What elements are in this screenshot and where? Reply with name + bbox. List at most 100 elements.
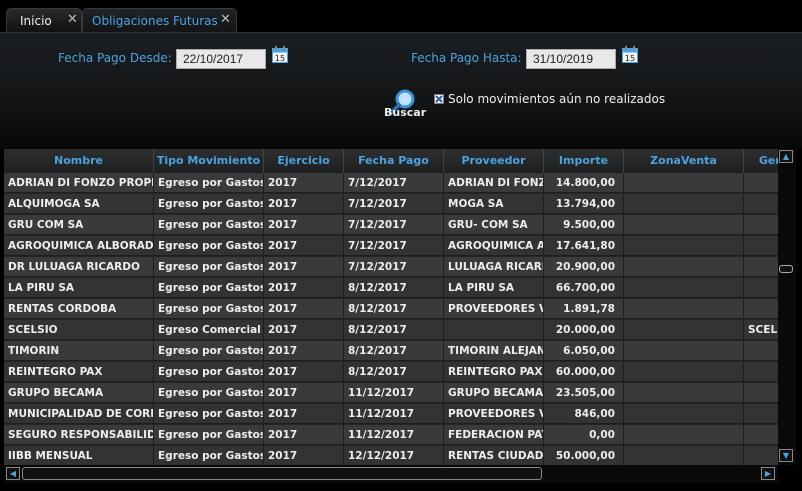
col-importe-cell: 0,00	[544, 425, 624, 445]
table-row[interactable]: TIMORIN Egreso por Gastos 2017 8/12/2017 TIM…	[4, 341, 778, 362]
header-col-tipo-movimiento[interactable]: Tipo Movimiento	[154, 149, 264, 173]
solo-pendientes-checkbox[interactable]	[434, 94, 444, 104]
col-tipo-movimiento-cell: Egreso por Gastos	[154, 278, 264, 298]
tab-bar: Inicio ✕ Obligaciones Futuras ✕	[0, 0, 802, 32]
col-gerente-cell	[744, 341, 778, 361]
col-ejercicio-cell: 2017	[264, 341, 344, 361]
col-tipo-movimiento-cell: Egreso Comercial	[154, 320, 264, 340]
col-zona-venta-cell	[624, 299, 744, 319]
col-proveedor-cell: LA PIRU SA	[444, 278, 544, 298]
col-fecha-pago-cell: 8/12/2017	[344, 278, 444, 298]
col-importe-cell: 17.641,80	[544, 236, 624, 256]
table-row[interactable]: ALQUIMOGA SA Egreso por Gastos 2017 7/12/20…	[4, 194, 778, 215]
col-fecha-pago-cell: 11/12/2017	[344, 383, 444, 403]
table-row[interactable]: DR LULUAGA RICARDO Egreso por Gastos 2017 7…	[4, 257, 778, 278]
data-grid: Nombre Tipo Movimiento Ejercicio Fecha Pago…	[4, 149, 778, 465]
col-importe-cell: 50.000,00	[544, 446, 624, 465]
tab-obligaciones-futuras[interactable]: Obligaciones Futuras ✕	[82, 8, 237, 32]
col-nombre-cell: LA PIRU SA	[4, 278, 154, 298]
col-zona-venta-cell	[624, 278, 744, 298]
search-button-label[interactable]: Buscar	[384, 106, 426, 119]
col-gerente-cell	[744, 299, 778, 319]
col-importe-cell: 60.000,00	[544, 362, 624, 382]
vertical-scroll-thumb[interactable]	[779, 265, 793, 273]
close-icon[interactable]: ✕	[220, 12, 231, 27]
col-fecha-pago-cell: 7/12/2017	[344, 173, 444, 193]
header-col-gerente[interactable]: Gere	[744, 149, 778, 173]
col-importe-cell: 846,00	[544, 404, 624, 424]
scroll-down-icon[interactable]: ▼	[779, 449, 793, 462]
header-col-ejercicio[interactable]: Ejercicio	[264, 149, 344, 173]
tab-inicio[interactable]: Inicio ✕	[6, 8, 82, 32]
col-gerente-cell	[744, 383, 778, 403]
scroll-left-icon[interactable]: ◀	[6, 467, 20, 480]
col-nombre-cell: IIBB MENSUAL	[4, 446, 154, 465]
header-col-zona-venta[interactable]: ZonaVenta	[624, 149, 744, 173]
table-row[interactable]: MUNICIPALIDAD DE CORDO Egreso por Gastos 2…	[4, 404, 778, 425]
col-fecha-pago-cell: 8/12/2017	[344, 341, 444, 361]
header-col-proveedor[interactable]: Proveedor	[444, 149, 544, 173]
col-zona-venta-cell	[624, 425, 744, 445]
table-row[interactable]: GRUPO BECAMA Egreso por Gastos 2017 11/12/2…	[4, 383, 778, 404]
col-proveedor-cell: FEDERACION PAT	[444, 425, 544, 445]
table-row[interactable]: RENTAS CORDOBA Egreso por Gastos 2017 8/12/…	[4, 299, 778, 320]
col-importe-cell: 20.900,00	[544, 257, 624, 277]
table-row[interactable]: IIBB MENSUAL Egreso por Gastos 2017 12/12/2…	[4, 446, 778, 465]
col-fecha-pago-cell: 8/12/2017	[344, 320, 444, 340]
vertical-scrollbar[interactable]: ▲ ▼	[778, 149, 796, 465]
col-importe-cell: 9.500,00	[544, 215, 624, 235]
col-zona-venta-cell	[624, 173, 744, 193]
col-importe-cell: 66.700,00	[544, 278, 624, 298]
grid-header: Nombre Tipo Movimiento Ejercicio Fecha Pago…	[4, 149, 778, 173]
scroll-right-icon[interactable]: ▶	[761, 467, 775, 480]
header-col-nombre[interactable]: Nombre	[4, 149, 154, 173]
calendar-icon[interactable]: 15	[272, 46, 288, 63]
col-fecha-pago-cell: 7/12/2017	[344, 215, 444, 235]
col-ejercicio-cell: 2017	[264, 299, 344, 319]
col-gerente-cell	[744, 278, 778, 298]
col-importe-cell: 23.505,00	[544, 383, 624, 403]
col-fecha-pago-cell: 7/12/2017	[344, 194, 444, 214]
col-importe-cell: 20.000,00	[544, 320, 624, 340]
col-nombre-cell: GRU COM SA	[4, 215, 154, 235]
fecha-desde-label: Fecha Pago Desde:	[58, 51, 172, 65]
close-icon[interactable]: ✕	[67, 12, 78, 27]
col-gerente-cell	[744, 425, 778, 445]
horizontal-scroll-thumb[interactable]	[22, 467, 542, 480]
col-importe-cell: 13.794,00	[544, 194, 624, 214]
col-gerente-cell	[744, 362, 778, 382]
table-row[interactable]: AGROQUIMICA ALBORADA SEgreso por Gastos2…	[4, 236, 778, 257]
col-nombre-cell: MUNICIPALIDAD DE CORDO	[4, 404, 154, 424]
solo-pendientes-label[interactable]: Solo movimientos aún no realizados	[448, 92, 665, 106]
calendar-icon[interactable]: 15	[622, 46, 638, 63]
col-zona-venta-cell	[624, 194, 744, 214]
col-tipo-movimiento-cell: Egreso por Gastos	[154, 341, 264, 361]
table-row[interactable]: REINTEGRO PAX Egreso por Gastos 2017 8/12/2…	[4, 362, 778, 383]
col-tipo-movimiento-cell: Egreso por Gastos	[154, 194, 264, 214]
tab-label: Inicio	[20, 14, 52, 28]
col-zona-venta-cell	[624, 215, 744, 235]
col-zona-venta-cell	[624, 404, 744, 424]
table-row[interactable]: SCELSIO Egreso Comercial 2017 8/12/2017 20.0…	[4, 320, 778, 341]
fecha-hasta-input[interactable]	[526, 49, 616, 69]
table-row[interactable]: ADRIAN DI FONZO PROPIEI Egreso por Gastos…	[4, 173, 778, 194]
scroll-up-icon[interactable]: ▲	[779, 150, 793, 163]
col-nombre-cell: RENTAS CORDOBA	[4, 299, 154, 319]
table-row[interactable]: GRU COM SA Egreso por Gastos 2017 7/12/2017…	[4, 215, 778, 236]
fecha-desde-input[interactable]	[176, 49, 266, 69]
col-gerente-cell: SCELS	[744, 320, 778, 340]
col-nombre-cell: SEGURO RESPONSABILIDAI	[4, 425, 154, 445]
table-row[interactable]: SEGURO RESPONSABILIDAI Egreso por Gastos 2…	[4, 425, 778, 446]
col-zona-venta-cell	[624, 446, 744, 465]
col-tipo-movimiento-cell: Egreso por Gastos	[154, 257, 264, 277]
col-proveedor-cell: LULUAGA RICARD	[444, 257, 544, 277]
col-fecha-pago-cell: 11/12/2017	[344, 425, 444, 445]
header-col-fecha-pago[interactable]: Fecha Pago	[344, 149, 444, 173]
col-gerente-cell	[744, 257, 778, 277]
col-nombre-cell: AGROQUIMICA ALBORADA S	[4, 236, 154, 256]
col-proveedor-cell: RENTAS CIUDAD	[444, 446, 544, 465]
col-proveedor-cell: TIMORIN ALEJANI	[444, 341, 544, 361]
tab-label: Obligaciones Futuras	[92, 14, 218, 28]
table-row[interactable]: LA PIRU SA Egreso por Gastos 2017 8/12/2017…	[4, 278, 778, 299]
header-col-importe[interactable]: Importe	[544, 149, 624, 173]
